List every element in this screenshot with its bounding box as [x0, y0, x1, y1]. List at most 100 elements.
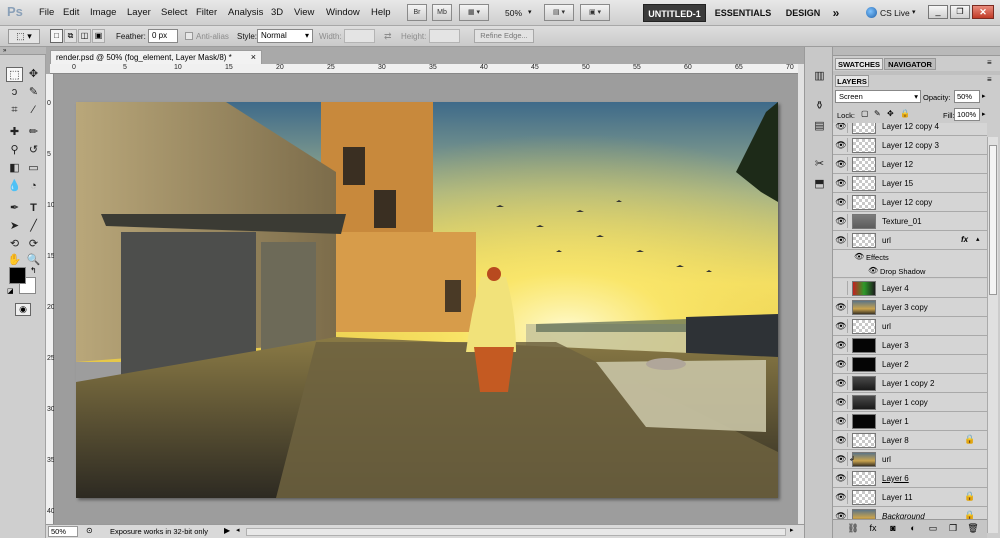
- layer-visibility-eye-icon[interactable]: 👁: [835, 319, 848, 333]
- layer-name[interactable]: Layer 1 copy: [882, 398, 928, 407]
- menu-window[interactable]: Window: [326, 7, 360, 18]
- status-info-icon[interactable]: ⊙: [86, 526, 93, 535]
- zoom-level[interactable]: 50%: [505, 8, 522, 18]
- layer-row[interactable]: 👁 Layer 3 copy: [833, 298, 987, 317]
- layer-visibility-eye-icon[interactable]: 👁: [835, 157, 848, 171]
- layer-thumbnail[interactable]: [852, 376, 876, 391]
- layer-row[interactable]: 👁 Layer 15: [833, 174, 987, 193]
- tab-navigator[interactable]: NAVIGATOR: [884, 58, 936, 70]
- brush-tool-icon[interactable]: ✏: [25, 125, 42, 140]
- menu-analysis[interactable]: Analysis: [228, 7, 263, 18]
- fill-dropdown-icon[interactable]: ▸: [982, 110, 986, 118]
- menu-file[interactable]: File: [39, 7, 54, 18]
- hand-tool-icon[interactable]: ✋: [6, 253, 23, 268]
- effects-row[interactable]: 👁 Effects: [833, 250, 987, 264]
- 3d-orbit-tool-icon[interactable]: ⟳: [25, 237, 42, 252]
- swap-dimensions-icon[interactable]: ⇄: [384, 31, 392, 42]
- layer-name[interactable]: Layer 3: [882, 341, 909, 350]
- layer-visibility-eye-icon[interactable]: 👁: [835, 300, 848, 314]
- layer-visibility-eye-icon[interactable]: 👁: [835, 471, 848, 485]
- blur-tool-icon[interactable]: 💧: [6, 179, 23, 194]
- layer-thumbnail[interactable]: [852, 452, 876, 467]
- layer-row[interactable]: 👁 ↲ url: [833, 450, 987, 469]
- arrange-documents-button[interactable]: ▤ ▾: [544, 4, 574, 21]
- actions-panel-icon[interactable]: ⚱: [812, 99, 827, 114]
- eraser-tool-icon[interactable]: ◧: [6, 161, 23, 176]
- dodge-tool-icon[interactable]: ◔: [25, 179, 42, 194]
- layers-panel-menu-icon[interactable]: ≡: [987, 75, 992, 84]
- move-tool-icon[interactable]: ✥: [25, 67, 42, 82]
- new-layer-icon[interactable]: ❐: [947, 523, 959, 534]
- layer-visibility-eye-icon[interactable]: 👁: [835, 452, 848, 466]
- selection-mode-intersect-icon[interactable]: ▣: [92, 29, 105, 43]
- gradient-tool-icon[interactable]: ▭: [25, 161, 42, 176]
- path-selection-tool-icon[interactable]: ➤: [6, 219, 23, 234]
- layers-scrollbar-thumb[interactable]: [989, 145, 997, 295]
- menu-image[interactable]: Image: [90, 7, 116, 18]
- layer-row[interactable]: 👁 Layer 12 copy 3: [833, 136, 987, 155]
- feather-input[interactable]: 0 px: [148, 29, 178, 43]
- layer-row[interactable]: 👁 Layer 8 🔒: [833, 431, 987, 450]
- selection-mode-new-icon[interactable]: □: [50, 29, 63, 43]
- menu-help[interactable]: Help: [371, 7, 391, 18]
- new-group-icon[interactable]: ▭: [927, 523, 939, 534]
- layer-visibility-eye-icon[interactable]: 👁: [835, 233, 848, 247]
- layers-scrollbar[interactable]: [987, 137, 998, 533]
- close-tab-icon[interactable]: ×: [251, 51, 256, 64]
- document-tab[interactable]: render.psd @ 50% (fog_element, Layer Mas…: [50, 50, 262, 64]
- layer-thumbnail[interactable]: [852, 395, 876, 410]
- layer-thumbnail[interactable]: [852, 195, 876, 210]
- marquee-tool-icon[interactable]: ⬚: [6, 67, 23, 82]
- layer-row[interactable]: 👁 Layer 2: [833, 355, 987, 374]
- layer-row[interactable]: 👁 Layer 1 copy: [833, 393, 987, 412]
- launch-bridge-button[interactable]: Br: [407, 4, 427, 21]
- layer-thumbnail[interactable]: [852, 319, 876, 334]
- menu-layer[interactable]: Layer: [127, 7, 151, 18]
- menu-view[interactable]: View: [294, 7, 314, 18]
- layer-visibility-eye-icon[interactable]: [835, 281, 848, 295]
- menu-select[interactable]: Select: [161, 7, 187, 18]
- effect-eye-icon[interactable]: 👁: [868, 266, 878, 275]
- restore-button[interactable]: ❐: [950, 5, 970, 19]
- layer-name[interactable]: Layer 3 copy: [882, 303, 928, 312]
- panel-menu-icon[interactable]: ≡: [987, 58, 992, 67]
- quick-mask-icon[interactable]: ◉: [15, 303, 31, 316]
- layer-thumbnail[interactable]: [852, 214, 876, 229]
- refine-edge-button[interactable]: Refine Edge...: [474, 29, 534, 43]
- layer-name[interactable]: Layer 12 copy 4: [882, 123, 939, 131]
- history-brush-tool-icon[interactable]: ↺: [25, 143, 42, 158]
- layer-row[interactable]: 👁 Layer 6: [833, 469, 987, 488]
- layer-name[interactable]: Background: [882, 512, 925, 519]
- style-select[interactable]: Normal ▾: [257, 29, 313, 43]
- tab-swatches[interactable]: SWATCHES: [835, 58, 883, 70]
- healing-brush-tool-icon[interactable]: ✚: [6, 125, 23, 140]
- layer-visibility-eye-icon[interactable]: 👁: [835, 138, 848, 152]
- layer-thumbnail[interactable]: [852, 357, 876, 372]
- view-extras-button[interactable]: ▦ ▾: [459, 4, 489, 21]
- layer-visibility-eye-icon[interactable]: 👁: [835, 414, 848, 428]
- crop-tool-icon[interactable]: ⌗: [6, 103, 23, 118]
- workspace-design[interactable]: DESIGN: [781, 4, 825, 22]
- layer-name[interactable]: Texture_01: [882, 217, 922, 226]
- layer-visibility-eye-icon[interactable]: 👁: [835, 376, 848, 390]
- layer-row[interactable]: 👁 Layer 12: [833, 155, 987, 174]
- layer-effects-icon[interactable]: fx: [961, 235, 968, 244]
- blend-mode-select[interactable]: Screen ▾: [835, 90, 921, 103]
- layer-name[interactable]: Layer 2: [882, 360, 909, 369]
- line-tool-icon[interactable]: ╱: [25, 219, 42, 234]
- layer-thumbnail[interactable]: [852, 490, 876, 505]
- layer-name[interactable]: url: [882, 455, 891, 464]
- layer-name[interactable]: Layer 6: [882, 474, 909, 483]
- lock-position-icon[interactable]: ✥: [887, 109, 894, 118]
- layer-visibility-eye-icon[interactable]: 👁: [835, 195, 848, 209]
- layer-thumbnail[interactable]: [852, 414, 876, 429]
- layer-row[interactable]: 👁 Layer 11 🔒: [833, 488, 987, 507]
- opacity-input[interactable]: 50%: [954, 90, 980, 103]
- vertical-ruler[interactable]: 0 5 10 15 20 25 30 35 40: [46, 74, 55, 524]
- selection-mode-add-icon[interactable]: ⧉: [64, 29, 77, 43]
- layer-visibility-eye-icon[interactable]: 👁: [835, 433, 848, 447]
- layer-thumbnail[interactable]: [852, 138, 876, 153]
- selection-mode-subtract-icon[interactable]: ◫: [78, 29, 91, 43]
- minimize-button[interactable]: _: [928, 5, 948, 19]
- layer-name[interactable]: Layer 1: [882, 417, 909, 426]
